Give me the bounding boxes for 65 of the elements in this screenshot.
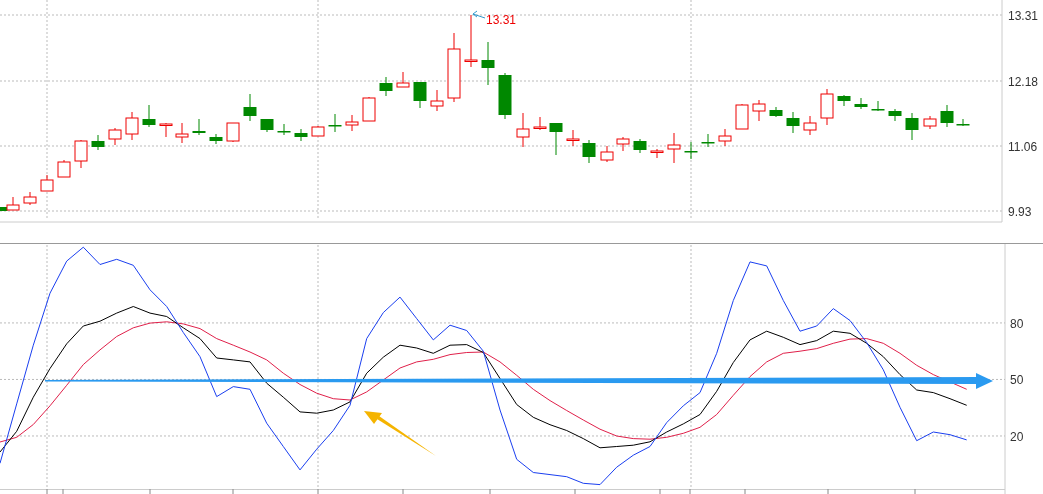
- candlestick: [718, 128, 732, 147]
- candlestick: [854, 97, 868, 110]
- candlestick: [464, 14, 478, 68]
- indicator-axis-label: 80: [1010, 316, 1024, 331]
- candlestick: [498, 72, 512, 120]
- candlestick: [243, 93, 257, 122]
- candlestick: [667, 132, 681, 164]
- candlestick: [871, 100, 885, 112]
- high-price-label: 13.31: [486, 13, 517, 27]
- candlestick: [684, 141, 698, 160]
- indicator-axis-label: 50: [1010, 373, 1024, 388]
- candlestick: [209, 133, 223, 145]
- candlestick: [175, 122, 189, 144]
- candlestick: [192, 118, 206, 136]
- candlestick: [582, 139, 596, 164]
- candlestick: [345, 114, 359, 132]
- candlestick: [633, 138, 647, 154]
- candlestick: [735, 103, 749, 130]
- candlestick: [820, 88, 834, 126]
- candlestick: [837, 94, 851, 107]
- candlestick: [91, 134, 105, 151]
- candlestick: [260, 118, 274, 133]
- candlestick: [125, 111, 139, 141]
- candlestick: [803, 115, 817, 136]
- candlestick: [566, 129, 580, 147]
- candlestick: [905, 112, 919, 141]
- candlestick: [379, 76, 393, 97]
- candlestick: [752, 99, 766, 122]
- candlestick: [142, 104, 156, 128]
- candlestick: [701, 133, 715, 148]
- candlestick: [413, 81, 427, 109]
- candlestick: [923, 115, 937, 130]
- price-axis-label: 11.06: [1008, 140, 1038, 154]
- candlestick: [533, 116, 547, 131]
- candlestick: [769, 106, 783, 118]
- candlestick: [447, 32, 461, 103]
- candlestick: [23, 191, 37, 206]
- candlestick: [481, 41, 495, 86]
- candlestick: [40, 174, 54, 192]
- candlestick: [57, 159, 71, 178]
- candlestick: [616, 136, 630, 152]
- candlestick: [362, 96, 376, 122]
- candlestick: [650, 148, 664, 159]
- candlestick: [600, 145, 614, 163]
- price-axis-label: 13.31: [1008, 9, 1039, 23]
- candlestick: [294, 128, 308, 142]
- candlestick: [549, 122, 563, 156]
- candlestick: [396, 71, 410, 88]
- candlestick: [226, 122, 240, 143]
- candlestick: [328, 113, 342, 133]
- candlestick: [956, 118, 970, 127]
- candlestick: [159, 122, 173, 138]
- candlestick: [940, 104, 954, 128]
- price-axis-label: 9.93: [1008, 205, 1032, 219]
- candlestick: [888, 108, 902, 122]
- candlestick: [108, 127, 122, 146]
- candlestick: [786, 111, 800, 134]
- candlestick: [516, 112, 530, 148]
- candlestick: [74, 139, 88, 169]
- candlestick: [277, 123, 291, 136]
- candlestick: [430, 89, 444, 112]
- pointer-arrow: [472, 10, 486, 19]
- price-axis-label: 12.18: [1008, 75, 1039, 89]
- candlestick: [311, 125, 325, 137]
- indicator-axis-label: 20: [1010, 429, 1024, 444]
